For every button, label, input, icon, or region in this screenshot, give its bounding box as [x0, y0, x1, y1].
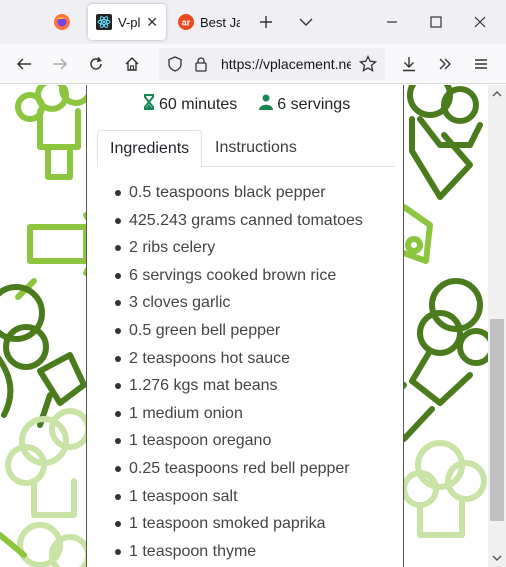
list-item: 6 servings cooked brown rice [109, 262, 399, 290]
tab-label: V-pl [118, 14, 141, 30]
list-item: 1 teaspoon thyme [109, 538, 399, 566]
list-item: 1.276 kgs mat beans [109, 372, 399, 400]
list-item: 1 medium onion [109, 400, 399, 428]
recipe-servings: 6 servings [277, 95, 351, 113]
list-item: 3 cloves garlic [109, 289, 399, 317]
person-icon [259, 94, 274, 115]
url-bar[interactable]: https://vplacement.ne [159, 48, 385, 80]
scroll-down-icon[interactable] [488, 549, 506, 567]
maximize-icon[interactable] [422, 8, 450, 36]
list-item: 2 teaspoons hot sauce [109, 345, 399, 373]
list-item: 1 teaspoon smoked paprika [109, 510, 399, 538]
svg-text:ar: ar [182, 18, 191, 28]
ar-icon: ar [178, 14, 194, 30]
vertical-scrollbar[interactable] [488, 85, 506, 567]
chevron-down-icon[interactable] [292, 8, 320, 36]
menu-icon[interactable] [467, 50, 495, 78]
reload-icon[interactable] [82, 50, 110, 78]
tab-ingredients[interactable]: Ingredients [97, 130, 203, 168]
firefox-icon[interactable] [44, 6, 80, 38]
list-item: 0.5 teaspoons black pepper [109, 179, 399, 207]
url-text[interactable]: https://vplacement.ne [221, 56, 351, 72]
tab-instructions[interactable]: Instructions [203, 130, 309, 167]
lock-icon[interactable] [193, 56, 209, 77]
list-item: 1 teaspoon salt [109, 483, 399, 511]
minimize-icon[interactable] [378, 8, 406, 36]
scrollbar-thumb[interactable] [490, 319, 504, 521]
back-icon[interactable] [10, 50, 38, 78]
ingredient-list: 0.5 teaspoons black pepper 425.243 grams… [109, 179, 399, 565]
close-window-icon[interactable] [466, 8, 494, 36]
download-icon[interactable] [395, 50, 423, 78]
recipe-time: 60 minutes [159, 95, 238, 113]
recipe-meta: 60 minutes 6 servings [143, 94, 350, 115]
react-icon [96, 14, 112, 30]
recipe-tabs: Ingredients Instructions [97, 130, 395, 168]
tab-vplacement[interactable]: V-pl ✕ [88, 4, 166, 40]
list-item: 425.243 grams canned tomatoes [109, 207, 399, 235]
list-item: 0.25 teaspoons red bell pepper [109, 455, 399, 483]
tab-label: Best Ja [200, 14, 240, 30]
hourglass-icon [143, 94, 155, 115]
page-content: 60 minutes 6 servings Ingredients Instru… [0, 85, 488, 567]
list-item: 0.5 green bell pepper [109, 317, 399, 345]
list-item: 1 teaspoon oregano [109, 427, 399, 455]
bookmark-star-icon[interactable] [358, 54, 378, 78]
shield-icon[interactable] [167, 56, 183, 77]
close-icon[interactable]: ✕ [146, 14, 158, 31]
tab-best-ja[interactable]: ar Best Ja [170, 4, 248, 40]
recipe-card: 60 minutes 6 servings Ingredients Instru… [86, 85, 404, 567]
scroll-up-icon[interactable] [488, 85, 506, 103]
forward-icon[interactable] [46, 50, 74, 78]
home-icon[interactable] [118, 50, 146, 78]
new-tab-icon[interactable] [252, 8, 280, 36]
tab-bar: V-pl ✕ ar Best Ja [0, 0, 506, 44]
nav-bar: https://vplacement.ne [0, 44, 506, 84]
list-item: 2 ribs celery [109, 234, 399, 262]
overflow-chevron-icon[interactable] [431, 50, 459, 78]
